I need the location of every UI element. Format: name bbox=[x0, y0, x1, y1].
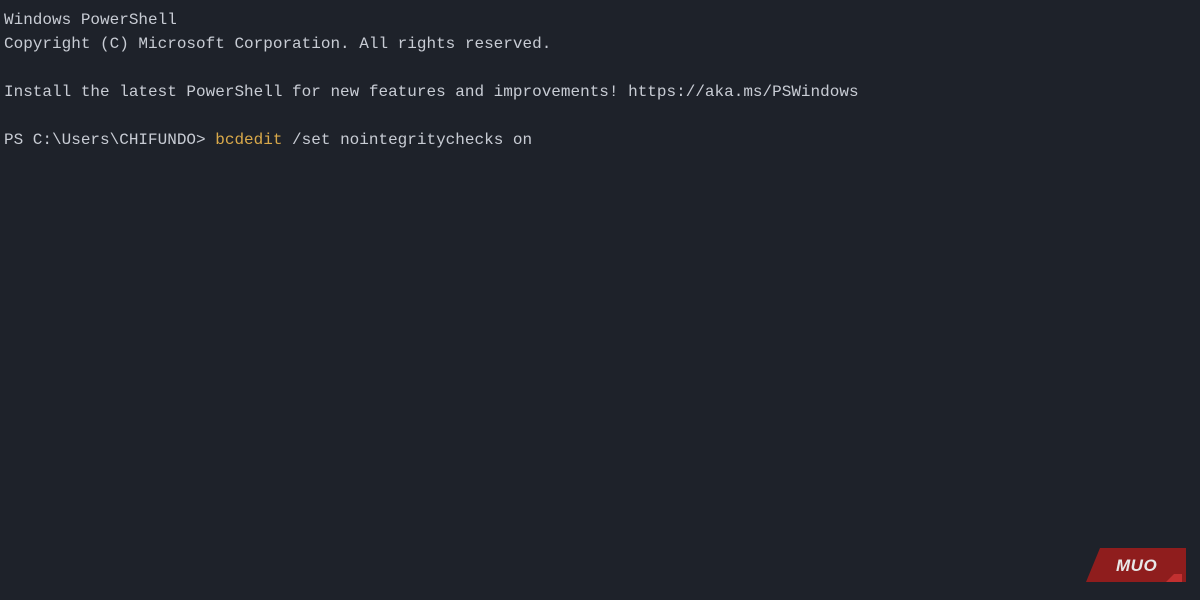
command-args: /set nointegritychecks on bbox=[282, 131, 532, 149]
terminal-prompt-line[interactable]: PS C:\Users\CHIFUNDO> bcdedit /set noint… bbox=[4, 128, 1196, 152]
blank-spacer bbox=[4, 56, 1196, 80]
prompt-path: PS C:\Users\CHIFUNDO> bbox=[4, 131, 215, 149]
muo-watermark: MUO bbox=[1086, 544, 1186, 586]
muo-logo-icon: MUO bbox=[1086, 544, 1186, 586]
blank-spacer bbox=[4, 104, 1196, 128]
terminal-header-title: Windows PowerShell bbox=[4, 8, 1196, 32]
command-name: bcdedit bbox=[215, 131, 282, 149]
terminal-header-copyright: Copyright (C) Microsoft Corporation. All… bbox=[4, 32, 1196, 56]
terminal-notice: Install the latest PowerShell for new fe… bbox=[4, 80, 1196, 104]
watermark-text: MUO bbox=[1116, 556, 1157, 575]
